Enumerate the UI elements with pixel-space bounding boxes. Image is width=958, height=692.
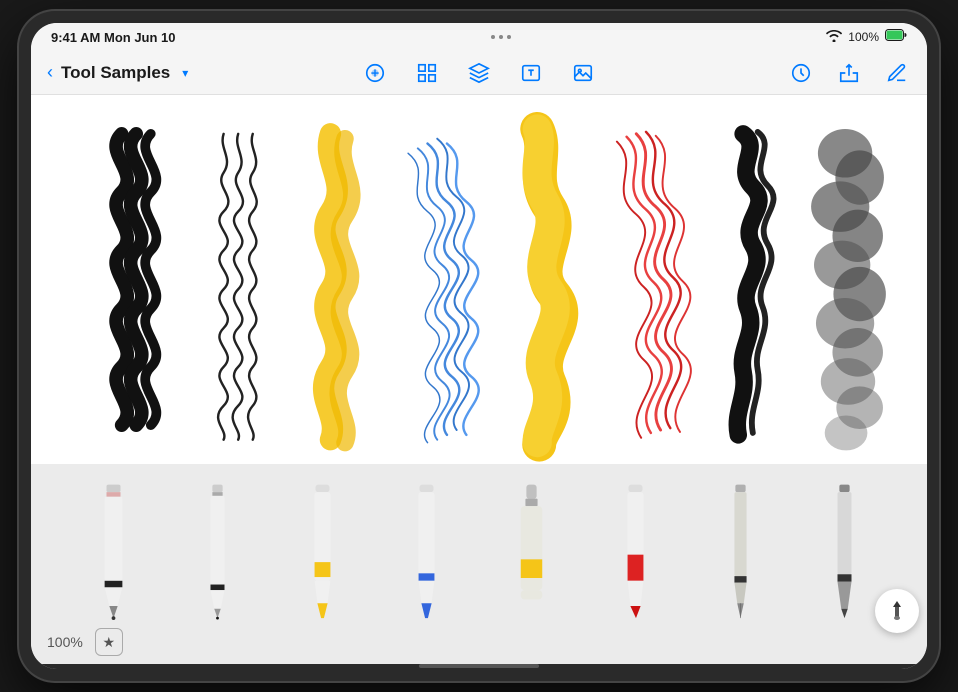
- stroke-5-yellow-fluid: [537, 129, 561, 445]
- title-chevron-icon[interactable]: ▾: [182, 66, 188, 80]
- dot-2: [499, 35, 503, 39]
- bottom-left: 100% ★: [47, 628, 123, 656]
- zoom-level: 100%: [47, 634, 83, 650]
- draw-tool-icon[interactable]: [361, 59, 389, 87]
- bottom-bar: 100% ★: [31, 620, 927, 664]
- battery-icon: [885, 28, 907, 46]
- stroke-1-snake: [116, 134, 156, 425]
- tool-paint-bottle[interactable]: [491, 480, 571, 620]
- toolbar-left: ‹ Tool Samples ▾: [47, 62, 247, 83]
- star-icon: ★: [103, 634, 116, 651]
- home-indicator: [31, 664, 927, 669]
- edit-icon[interactable]: [883, 59, 911, 87]
- ipad-frame: 9:41 AM Mon Jun 10 100%: [19, 11, 939, 681]
- dot-1: [491, 35, 495, 39]
- wifi-icon: [826, 30, 842, 45]
- toolbar-right: [711, 59, 911, 87]
- stroke-8-smoke: [811, 129, 886, 450]
- image-insert-icon[interactable]: [569, 59, 597, 87]
- battery-level: 100%: [848, 30, 879, 44]
- share-icon[interactable]: [835, 59, 863, 87]
- tool-fountain-pen[interactable]: [700, 480, 780, 620]
- timer-icon[interactable]: [787, 59, 815, 87]
- tool-dark-brush[interactable]: [805, 480, 885, 620]
- tool-fine-liner[interactable]: [178, 480, 258, 620]
- stroke-4-blue-crayon: [408, 139, 479, 443]
- favorites-button[interactable]: ★: [95, 628, 123, 656]
- status-right: 100%: [826, 28, 907, 46]
- toolbar: ‹ Tool Samples ▾: [31, 51, 927, 95]
- stroke-2-loops: [218, 134, 257, 440]
- status-bar: 9:41 AM Mon Jun 10 100%: [31, 23, 927, 51]
- tool-red-crayon[interactable]: [596, 480, 676, 620]
- stroke-3-yellow-marker: [324, 134, 352, 443]
- back-button[interactable]: ‹: [47, 62, 53, 83]
- canvas-icon[interactable]: [413, 59, 441, 87]
- stroke-6-red-crayon: [617, 132, 691, 438]
- stroke-7-calligraphy: [737, 132, 773, 435]
- tool-blue-marker[interactable]: [387, 480, 467, 620]
- document-title: Tool Samples: [61, 63, 170, 83]
- tools-row: [31, 464, 927, 620]
- toolbar-center: [247, 59, 711, 87]
- dot-3: [507, 35, 511, 39]
- status-time: 9:41 AM Mon Jun 10: [51, 30, 176, 45]
- tool-yellow-marker[interactable]: [282, 480, 362, 620]
- text-tool-icon[interactable]: [517, 59, 545, 87]
- canvas-area[interactable]: [31, 95, 927, 464]
- drawing-canvas: [31, 95, 927, 464]
- layers-icon[interactable]: [465, 59, 493, 87]
- active-pen-fab[interactable]: [875, 589, 919, 633]
- home-bar: [419, 664, 539, 668]
- tools-panel: 100% ★: [31, 464, 927, 664]
- back-chevron-icon: ‹: [47, 62, 53, 83]
- tool-pencil[interactable]: [73, 480, 153, 620]
- status-center-dots: [491, 35, 511, 39]
- ipad-screen: 9:41 AM Mon Jun 10 100%: [31, 23, 927, 669]
